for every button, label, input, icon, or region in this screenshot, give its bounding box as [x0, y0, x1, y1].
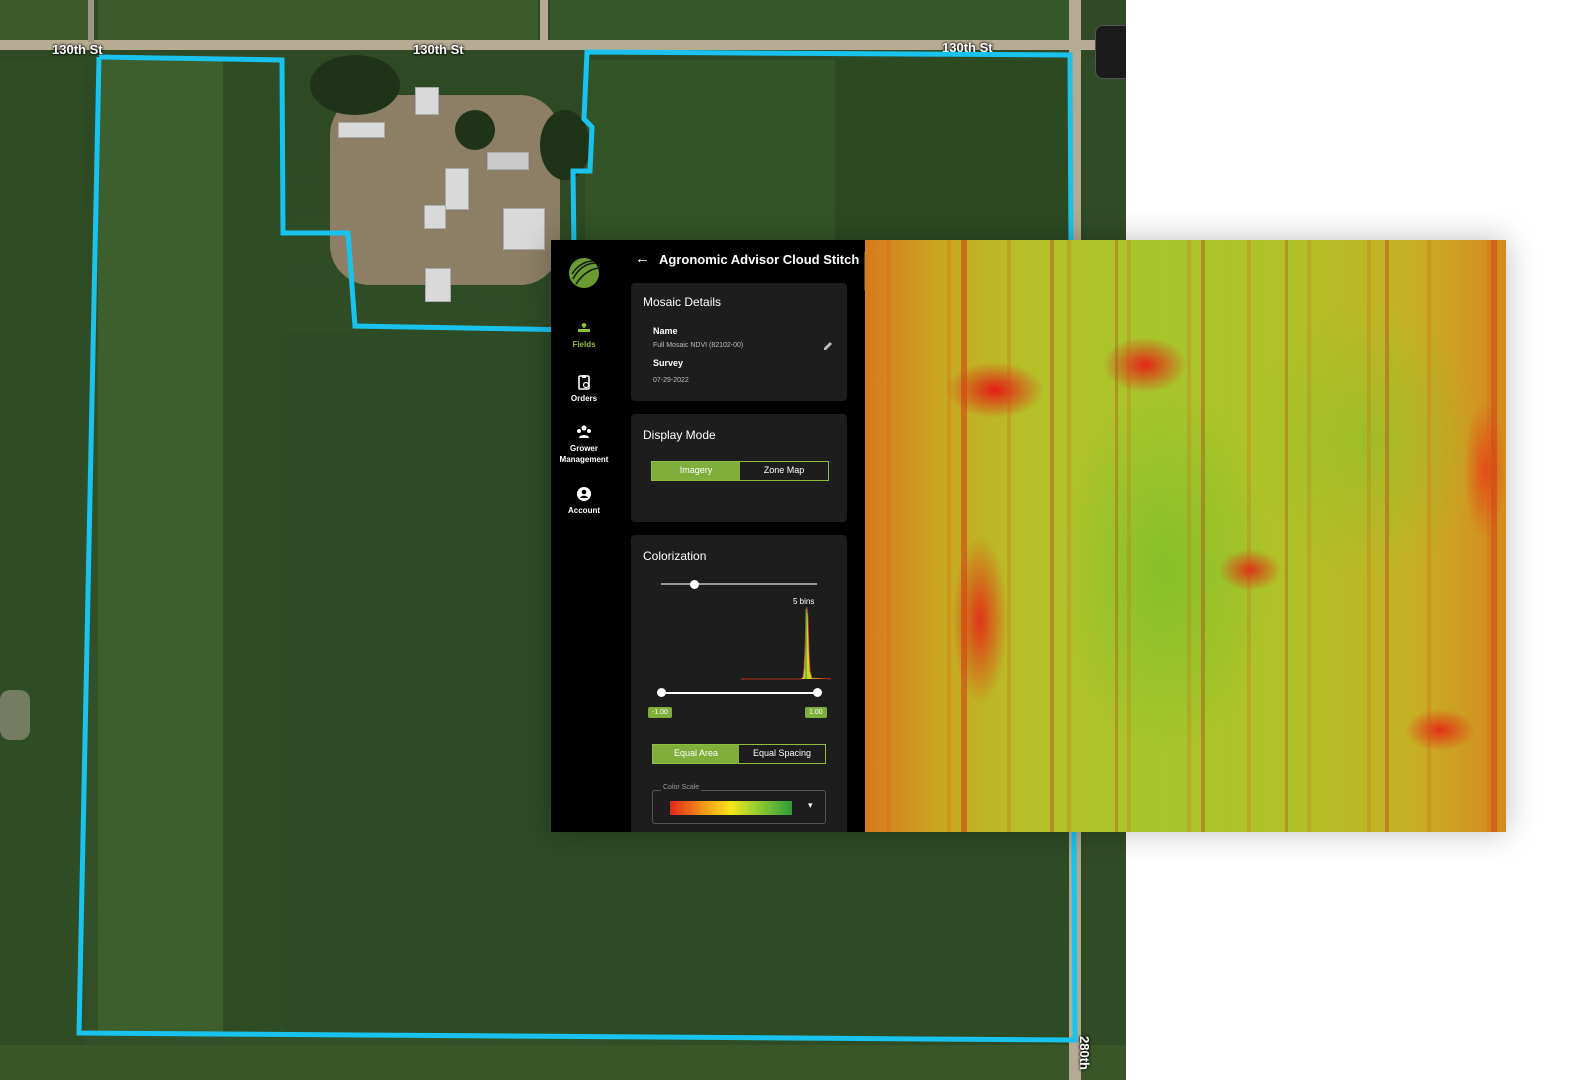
display-mode-card: Display Mode Imagery Zone Map: [631, 414, 847, 522]
range-max-knob[interactable]: [813, 688, 822, 697]
range-max-chip: 1.00: [805, 707, 827, 718]
mosaic-details-card: Mosaic Details Name Full Mosaic NDVI (82…: [631, 283, 847, 401]
name-label: Name: [653, 326, 678, 336]
color-scale-label: Color Scale: [661, 784, 702, 791]
colorization-card: Colorization 5 bins -1.00 1.00 Equal Are…: [631, 535, 847, 832]
bins-slider-track[interactable]: [661, 583, 817, 585]
logo-icon[interactable]: [568, 257, 600, 289]
bins-slider-knob[interactable]: [690, 580, 699, 589]
group-icon: [577, 425, 591, 438]
card-title: Colorization: [643, 549, 707, 563]
nav-label: Orders: [570, 394, 598, 403]
equal-area-option[interactable]: Equal Area: [653, 745, 739, 763]
zone-map-option[interactable]: Zone Map: [740, 462, 828, 480]
clipboard-icon: [578, 375, 590, 390]
nav-item-grower-management[interactable]: Grower Management: [551, 424, 617, 465]
color-scale-select[interactable]: Color Scale ▾: [652, 784, 826, 824]
ndvi-stripes: [961, 240, 1497, 832]
panel-header: ← Agronomic Advisor Cloud Stitchi...: [617, 240, 864, 280]
edit-pencil-icon[interactable]: [822, 340, 834, 352]
range-slider-track[interactable]: [661, 692, 817, 694]
nav-item-orders[interactable]: Orders: [551, 374, 617, 404]
display-mode-toggle: Imagery Zone Map: [651, 461, 829, 481]
account-icon: [577, 487, 591, 501]
range-min-chip: -1.00: [648, 707, 672, 718]
panel-title: Agronomic Advisor Cloud Stitchi...: [659, 252, 859, 267]
detail-panel: ← Agronomic Advisor Cloud Stitchi... Mos…: [617, 240, 924, 832]
equal-spacing-option[interactable]: Equal Spacing: [739, 745, 825, 763]
nav-item-account[interactable]: Account: [551, 486, 617, 516]
nav-item-fields[interactable]: Fields: [551, 320, 617, 350]
nav-label: Fields: [572, 340, 596, 349]
card-title: Mosaic Details: [643, 295, 722, 309]
search-widget[interactable]: [1095, 25, 1126, 79]
bins-label: 5 bins: [793, 597, 815, 606]
nav-label: Grower Management: [559, 444, 609, 464]
colorization-mode-toggle: Equal Area Equal Spacing: [652, 744, 826, 764]
fields-icon: [578, 323, 590, 332]
card-title: Display Mode: [643, 428, 716, 442]
ndvi-imagery[interactable]: [865, 240, 1506, 832]
nav-label: Account: [568, 506, 600, 515]
survey-label: Survey: [653, 358, 684, 368]
imagery-option[interactable]: Imagery: [652, 462, 740, 480]
range-min-knob[interactable]: [657, 688, 666, 697]
dropdown-caret-icon: ▾: [808, 800, 813, 810]
color-scale-swatch: [670, 801, 792, 815]
back-arrow-icon[interactable]: ←: [635, 250, 650, 267]
side-nav: Fields Orders Grower Management Account: [551, 240, 617, 832]
name-value: Full Mosaic NDVI (82102-00): [653, 342, 744, 349]
survey-value: 07-29-2022: [653, 377, 689, 384]
app-window: Fields Orders Grower Management Account: [551, 240, 1506, 832]
histogram: [741, 607, 831, 680]
